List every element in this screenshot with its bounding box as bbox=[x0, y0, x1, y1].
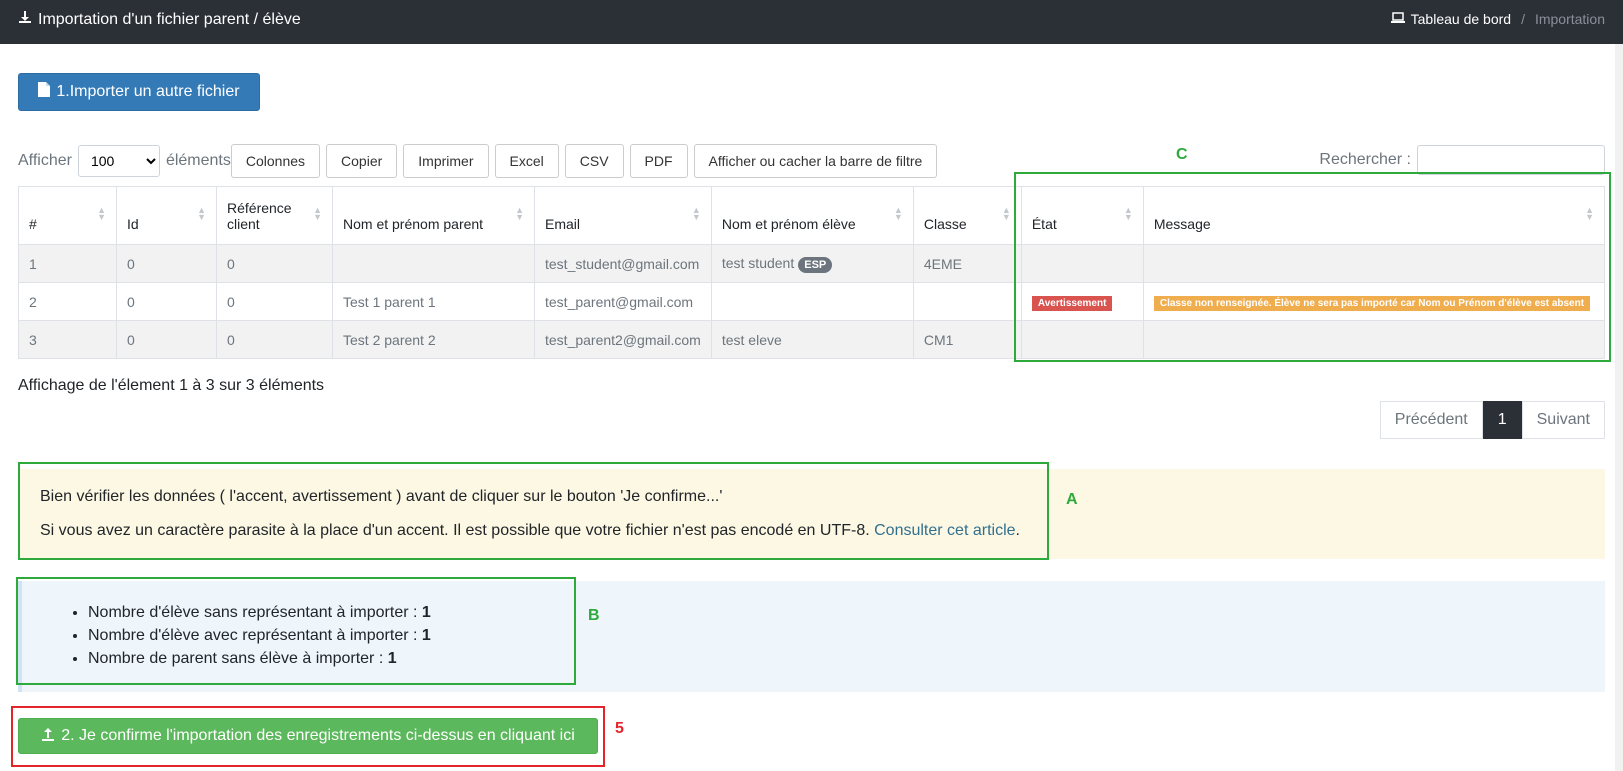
column-header-email[interactable]: Email ▲ ▼ bbox=[534, 186, 712, 245]
sort-icon: ▲ ▼ bbox=[313, 205, 322, 222]
cell-eleve: test eleve bbox=[710, 320, 914, 359]
cell-parent: Test 1 parent 1 bbox=[332, 282, 535, 321]
page-scrollbar[interactable] bbox=[1615, 44, 1623, 771]
print-button[interactable]: Imprimer bbox=[403, 144, 489, 178]
cell-id: 0 bbox=[116, 282, 217, 321]
sort-icon: ▲ ▼ bbox=[691, 205, 701, 222]
column-header-parent[interactable]: Nom et prénom parent ▲ ▼ bbox=[332, 186, 535, 245]
annotation-box-a bbox=[18, 462, 1049, 560]
sort-icon: ▲ ▼ bbox=[197, 205, 206, 222]
pagination-next[interactable]: Suivant bbox=[1521, 401, 1605, 439]
columns-button[interactable]: Colonnes bbox=[230, 144, 321, 178]
cell-parent bbox=[332, 244, 535, 283]
eleve-badge: ESP bbox=[798, 256, 833, 273]
eleve-name: test student bbox=[721, 254, 795, 271]
cell-ref: 0 bbox=[216, 282, 333, 321]
page-size-select[interactable]: 100 bbox=[77, 145, 160, 177]
sort-icon: ▲ ▼ bbox=[97, 205, 106, 222]
page-title-text: Importation d'un fichier parent / élève bbox=[38, 10, 301, 28]
pagination-previous[interactable]: Précédent bbox=[1379, 401, 1483, 439]
annotation-label-5: 5 bbox=[615, 720, 624, 737]
cell-id: 0 bbox=[116, 320, 217, 359]
cell-num: 2 bbox=[18, 282, 117, 321]
column-header-num[interactable]: # ▲ ▼ bbox=[18, 186, 117, 245]
breadcrumb: Tableau de bord / Importation bbox=[1390, 11, 1605, 27]
cell-ref: 0 bbox=[216, 320, 333, 359]
confirm-button-label: 2. Je confirme l'importation des enregis… bbox=[61, 727, 575, 744]
breadcrumb-separator: / bbox=[1521, 11, 1525, 27]
confirm-import-button[interactable]: 2. Je confirme l'importation des enregis… bbox=[18, 718, 598, 754]
laptop-icon bbox=[1390, 11, 1405, 27]
table-toolbar: Afficher 100 éléments Colonnes Copier Im… bbox=[18, 143, 938, 179]
annotation-label-c: C bbox=[1176, 146, 1188, 163]
annotation-box-b bbox=[16, 577, 576, 685]
excel-button[interactable]: Excel bbox=[494, 144, 559, 178]
sort-icon: ▲ ▼ bbox=[893, 205, 903, 222]
pagination-page-current[interactable]: 1 bbox=[1482, 401, 1522, 439]
page-size-suffix: éléments bbox=[165, 152, 231, 169]
cell-classe: CM1 bbox=[912, 320, 1022, 359]
import-another-file-button[interactable]: 1.Importer un autre fichier bbox=[18, 73, 260, 111]
cell-email: test_student@gmail.com bbox=[534, 244, 712, 283]
page-title: Importation d'un fichier parent / élève bbox=[18, 10, 301, 29]
column-header-classe[interactable]: Classe ▲ ▼ bbox=[912, 186, 1022, 245]
top-bar: Importation d'un fichier parent / élève … bbox=[0, 0, 1623, 44]
column-header-id[interactable]: Id ▲ ▼ bbox=[116, 186, 217, 245]
cell-num: 1 bbox=[18, 244, 117, 283]
pagination: Précédent 1 Suivant bbox=[1379, 401, 1605, 439]
breadcrumb-home-link[interactable]: Tableau de bord bbox=[1411, 11, 1511, 27]
csv-button[interactable]: CSV bbox=[564, 144, 624, 178]
search-input[interactable] bbox=[1417, 145, 1605, 175]
column-header-reference[interactable]: Référence client ▲ ▼ bbox=[216, 186, 333, 245]
cell-email: test_parent@gmail.com bbox=[534, 282, 712, 321]
cell-num: 3 bbox=[18, 320, 117, 359]
cell-parent: Test 2 parent 2 bbox=[332, 320, 535, 359]
annotation-label-b: B bbox=[588, 607, 600, 624]
pdf-button[interactable]: PDF bbox=[629, 144, 688, 178]
search-label: Rechercher : bbox=[1319, 151, 1411, 168]
table-info: Affichage de l'élement 1 à 3 sur 3 éléme… bbox=[18, 377, 325, 394]
cell-id: 0 bbox=[116, 244, 217, 283]
cell-eleve bbox=[710, 282, 914, 321]
cell-classe: 4EME bbox=[912, 244, 1022, 283]
show-label: Afficher bbox=[18, 152, 72, 169]
annotation-label-a: A bbox=[1066, 491, 1078, 508]
column-header-eleve[interactable]: Nom et prénom élève ▲ ▼ bbox=[710, 186, 914, 245]
cell-eleve: test student ESP bbox=[710, 244, 914, 283]
cell-email: test_parent2@gmail.com bbox=[534, 320, 712, 359]
file-icon bbox=[38, 82, 51, 102]
annotation-box-c bbox=[1014, 172, 1611, 362]
search-area: Rechercher : bbox=[1319, 145, 1605, 175]
sort-icon: ▲ ▼ bbox=[515, 205, 524, 222]
copy-button[interactable]: Copier bbox=[326, 144, 398, 178]
cell-classe bbox=[912, 282, 1022, 321]
toggle-filter-bar-button[interactable]: Afficher ou cacher la barre de filtre bbox=[693, 144, 938, 178]
upload-icon bbox=[41, 727, 55, 746]
sort-icon: ▲ ▼ bbox=[1001, 205, 1011, 222]
download-icon bbox=[18, 10, 32, 29]
cell-ref: 0 bbox=[216, 244, 333, 283]
breadcrumb-current: Importation bbox=[1534, 11, 1605, 27]
import-button-label: 1.Importer un autre fichier bbox=[56, 83, 240, 100]
